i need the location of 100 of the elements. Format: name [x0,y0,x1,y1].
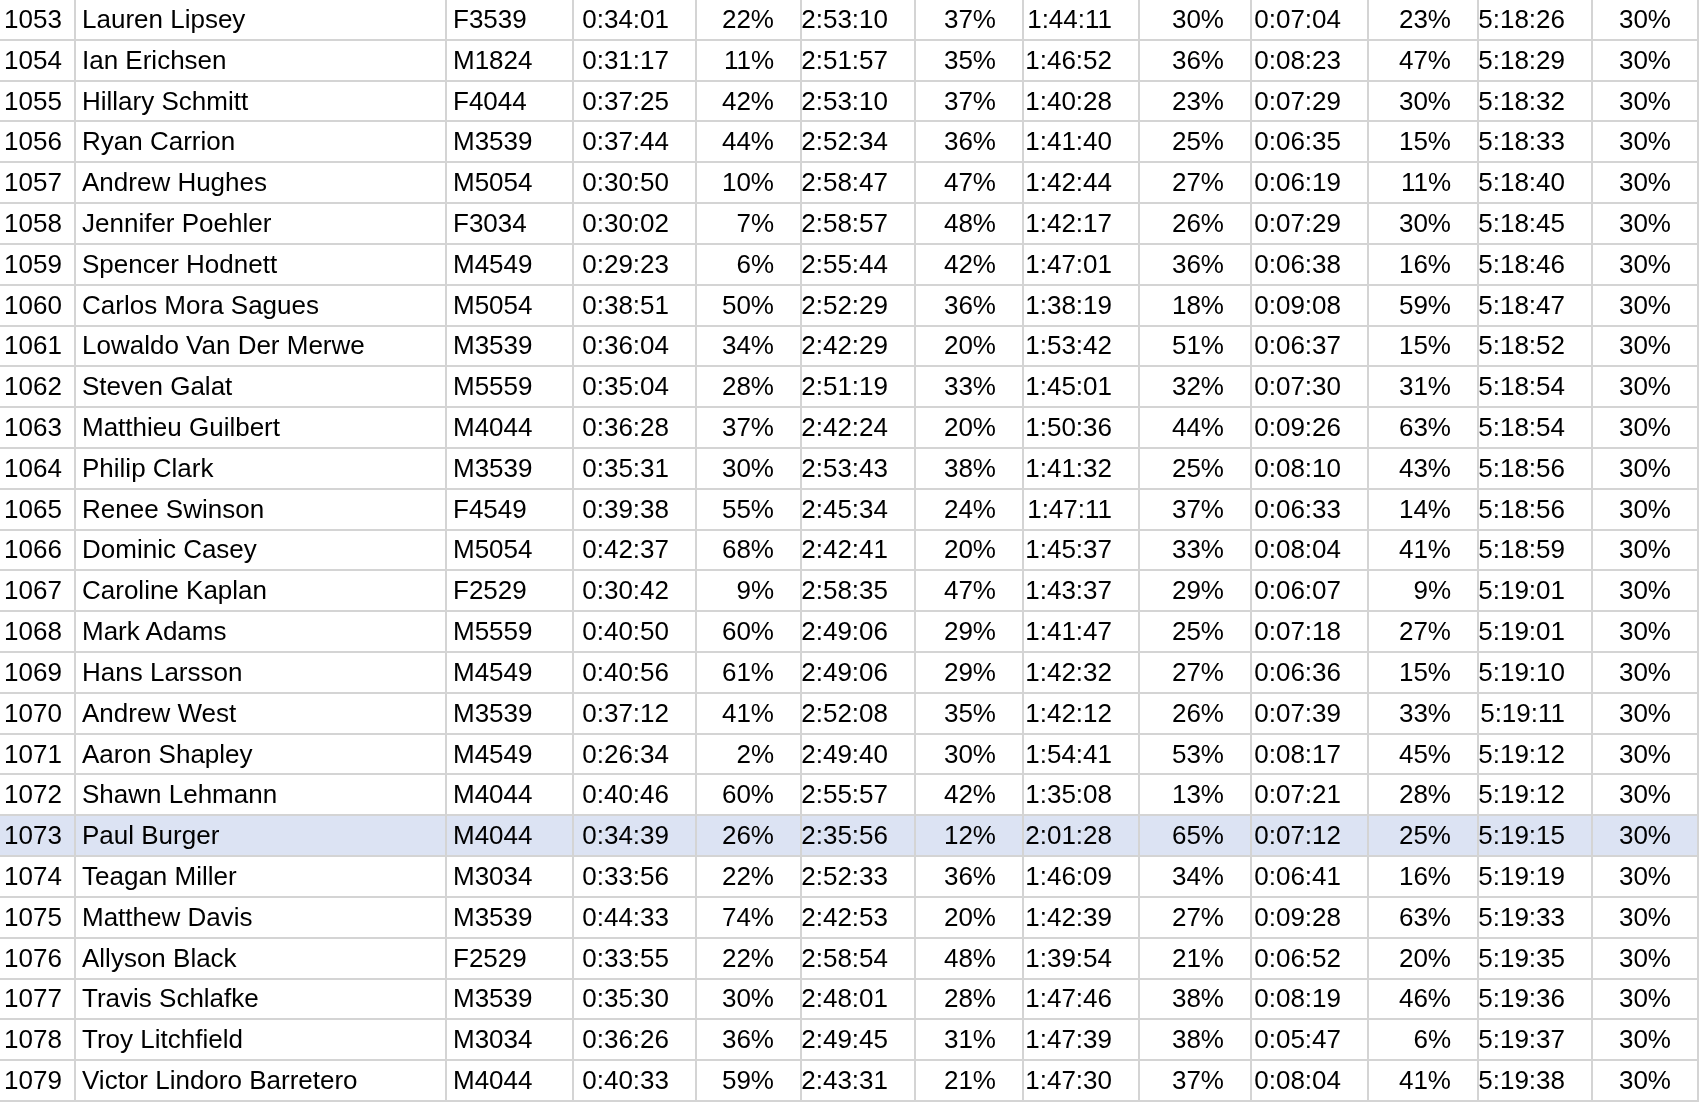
table-cell: M5054 [447,163,574,205]
table-cell: Andrew West [76,693,447,735]
table-cell: 5:19:01 [1479,612,1593,654]
table-cell: 15% [1369,326,1479,368]
table-cell: Lauren Lipsey [76,0,447,41]
table-cell: 5:18:33 [1479,122,1593,164]
table-cell: 30% [1593,163,1699,205]
table-cell: 16% [1369,244,1479,286]
table-cell: M3539 [447,326,574,368]
table-cell: 2:35:56 [802,816,916,858]
table-cell: 0:38:51 [574,285,697,327]
table-cell: 2:43:31 [802,1061,916,1102]
table-cell: 0:09:28 [1252,897,1369,939]
table-cell: Mark Adams [76,612,447,654]
table-cell: 35% [916,40,1024,82]
table-cell: 5:18:59 [1479,530,1593,572]
table-cell: 20% [916,530,1024,572]
table-cell: 5:18:47 [1479,285,1593,327]
table-cell: 2:49:45 [802,1020,916,1062]
table-cell: 1078 [0,1020,76,1062]
table-cell: 65% [1140,816,1252,858]
table-cell: 25% [1140,448,1252,490]
table-cell: 27% [1140,653,1252,694]
table-cell: M4044 [447,816,574,858]
table-cell: 30% [1593,489,1699,531]
table-cell: Matthieu Guilbert [76,408,447,449]
table-cell: M5054 [447,530,574,572]
table-cell: 26% [697,816,802,858]
table-cell: M3539 [447,448,574,490]
table-cell: 9% [1369,571,1479,613]
table-cell: 0:37:12 [574,693,697,735]
table-cell: 2:52:34 [802,122,916,164]
table-cell: 2:53:43 [802,448,916,490]
table-cell: 61% [697,653,802,694]
table-cell: 59% [1369,285,1479,327]
table-cell: Philip Clark [76,448,447,490]
table-cell: 1059 [0,244,76,286]
table-cell: M3539 [447,897,574,939]
table-cell: 2:01:28 [1024,816,1140,858]
table-cell: 2:55:44 [802,244,916,286]
table-cell: 0:09:08 [1252,285,1369,327]
table-cell: 24% [916,489,1024,531]
table-cell: 68% [697,530,802,572]
table-cell: 36% [697,1020,802,1062]
table-cell: 5:18:45 [1479,204,1593,245]
table-cell: 1:43:37 [1024,571,1140,613]
table-cell: 1077 [0,979,76,1021]
table-cell: M3539 [447,979,574,1021]
table-cell: 0:07:04 [1252,0,1369,41]
table-cell: 1:47:39 [1024,1020,1140,1062]
table-cell: 30% [1593,816,1699,858]
table-cell: 0:06:52 [1252,938,1369,980]
table-cell: 30% [1593,1061,1699,1102]
table-cell: 5:19:36 [1479,979,1593,1021]
table-cell: 1:47:30 [1024,1061,1140,1102]
table-cell: 26% [1140,693,1252,735]
table-cell: 0:09:26 [1252,408,1369,449]
table-cell: 30% [1593,285,1699,327]
table-cell: 1:45:37 [1024,530,1140,572]
table-cell: 1064 [0,448,76,490]
table-cell: Carlos Mora Sagues [76,285,447,327]
table-cell: 5:19:35 [1479,938,1593,980]
table-cell: 1058 [0,204,76,245]
table-cell: 2:42:29 [802,326,916,368]
table-cell: 2:49:06 [802,653,916,694]
table-cell: 0:40:33 [574,1061,697,1102]
table-cell: M5559 [447,612,574,654]
table-cell: 1:42:17 [1024,204,1140,245]
table-cell: 30% [1593,81,1699,123]
table-cell: 23% [1369,0,1479,41]
table-cell: 0:08:23 [1252,40,1369,82]
table-cell: 30% [1593,530,1699,572]
table-cell: 55% [697,489,802,531]
table-cell: 7% [697,204,802,245]
table-cell: 43% [1369,448,1479,490]
table-cell: 5:19:19 [1479,857,1593,898]
table-cell: 5:19:10 [1479,653,1593,694]
table-cell: 20% [916,897,1024,939]
table-cell: 0:37:25 [574,81,697,123]
table-cell: 1055 [0,81,76,123]
table-cell: 30% [697,979,802,1021]
table-cell: 22% [697,857,802,898]
table-cell: Matthew Davis [76,897,447,939]
table-cell: 2:42:24 [802,408,916,449]
table-cell: 60% [697,612,802,654]
table-cell: 2:49:06 [802,612,916,654]
table-cell: 51% [1140,326,1252,368]
table-cell: 44% [697,122,802,164]
table-cell: M4549 [447,653,574,694]
table-cell: 37% [916,81,1024,123]
table-cell: 34% [697,326,802,368]
table-cell: 0:35:30 [574,979,697,1021]
table-cell: 27% [1140,897,1252,939]
table-cell: 0:36:26 [574,1020,697,1062]
table-cell: 36% [1140,244,1252,286]
table-cell: 0:07:30 [1252,367,1369,409]
table-cell: F4549 [447,489,574,531]
table-cell: Hillary Schmitt [76,81,447,123]
table-cell: 2:49:40 [802,734,916,776]
table-cell: Paul Burger [76,816,447,858]
